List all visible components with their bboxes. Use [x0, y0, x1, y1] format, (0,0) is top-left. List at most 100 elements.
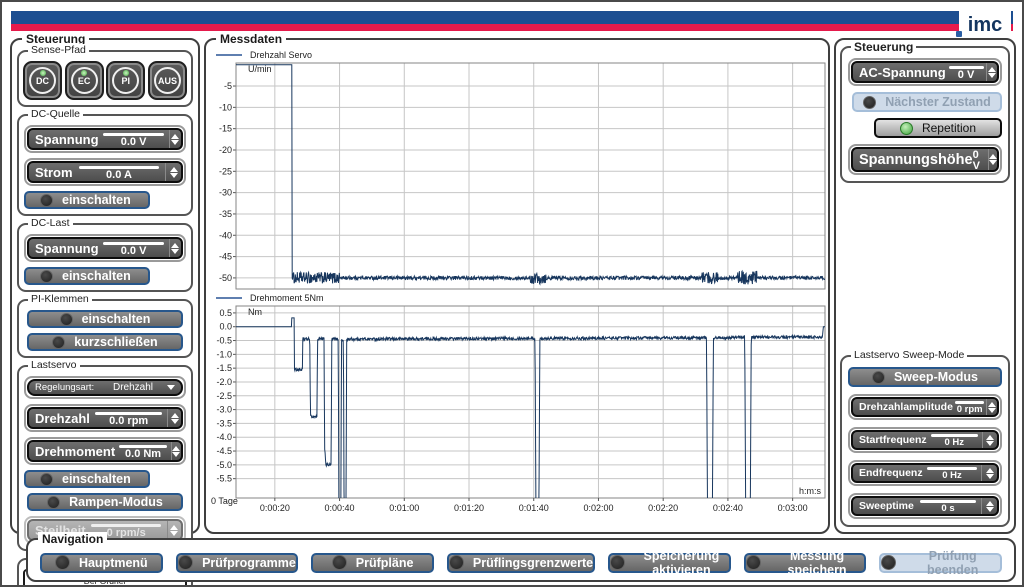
svg-text:0:02:00: 0:02:00 — [583, 503, 613, 513]
svg-text:-25: -25 — [219, 166, 232, 176]
dc-quelle-group: DC-Quelle Spannung 0.0 V Strom 0.0 A ein… — [17, 114, 193, 216]
pi-kurzschliessen-button[interactable]: kurzschließen — [27, 333, 183, 351]
pi-klemmen-label: PI-Klemmen — [28, 293, 92, 305]
spinner-arrows-icon[interactable] — [988, 149, 997, 170]
dc-quelle-einschalten-button[interactable]: einschalten — [24, 191, 150, 209]
sweep-mode-group: Lastservo Sweep-Mode Sweep-Modus Drehzah… — [840, 355, 1010, 527]
spinner-arrows-icon[interactable] — [169, 130, 181, 148]
speicherung-aktivieren-button[interactable]: Speicherung aktivieren — [608, 553, 731, 573]
led-indicator — [40, 473, 53, 486]
sweeptime-label: Sweeptime — [853, 500, 914, 512]
led-indicator — [332, 555, 347, 570]
startfrequenz-label: Startfrequenz — [853, 434, 927, 446]
svg-text:0:02:40: 0:02:40 — [713, 503, 743, 513]
dc-last-group: DC-Last Spannung 0.0 V einschalten — [17, 223, 193, 292]
svg-text:0:02:20: 0:02:20 — [648, 503, 678, 513]
svg-text:-15: -15 — [219, 124, 232, 134]
repetition-label: Repetition — [922, 121, 976, 135]
spannungshoehe-value: 0 V — [973, 150, 988, 172]
dc-quelle-spannung-spinner[interactable]: Spannung 0.0 V — [27, 128, 183, 150]
einschalten-label: einschalten — [62, 193, 131, 207]
sweep-modus-button[interactable]: Sweep-Modus — [848, 367, 1002, 387]
hauptmenu-button[interactable]: Hauptmenü — [40, 553, 163, 573]
sense-ec-label: EC — [78, 76, 91, 86]
steilheit-value: 0 rpm/s — [107, 528, 146, 539]
sense-pi-label: PI — [122, 76, 131, 86]
naechster-zustand-label: Nächster Zustand — [885, 95, 991, 109]
spinner-arrows-icon[interactable] — [981, 465, 997, 481]
drehzahl-spinner[interactable]: Drehzahl 0.0 rpm — [27, 407, 183, 429]
drehmoment-legend: Drehmoment 5Nm — [210, 291, 825, 304]
dc-last-einschalten-button[interactable]: einschalten — [24, 267, 150, 285]
brand-stripe-red — [11, 24, 1013, 31]
svg-text:-5: -5 — [224, 81, 232, 91]
imc-logo-dot — [956, 31, 962, 37]
spinner-arrows-icon — [167, 521, 181, 539]
spannung-value: 0.0 V — [121, 137, 147, 148]
svg-text:-10: -10 — [219, 102, 232, 112]
led-indicator — [746, 555, 761, 570]
led-indicator — [178, 555, 193, 570]
spinner-arrows-icon[interactable] — [986, 399, 997, 415]
regelungsart-dropdown[interactable]: Regelungsart: Drehzahl — [27, 379, 183, 396]
svg-text:0.0: 0.0 — [219, 322, 232, 332]
spinner-arrows-icon[interactable] — [169, 239, 181, 257]
svg-text:-4.0: -4.0 — [216, 432, 232, 442]
repetition-button[interactable]: Repetition — [874, 118, 1002, 138]
messung-speichern-button[interactable]: Messung speichern — [744, 553, 867, 573]
svg-text:-45: -45 — [219, 252, 232, 262]
ac-spannung-spinner[interactable]: AC-Spannung 0 V — [851, 61, 999, 83]
pi-einschalten-button[interactable]: einschalten — [27, 310, 183, 328]
endfrequenz-value: 0 Hz — [942, 471, 962, 481]
spannungshoehe-spinner[interactable]: Spannungshöhe 0 V — [851, 147, 999, 172]
sense-aus-button[interactable]: AUS — [148, 61, 187, 100]
pruefingsgrenzwerte-label: Prüflingsgrenzwerte — [473, 556, 593, 570]
sense-ec-button[interactable]: EC — [65, 61, 104, 100]
drehzahl-legend: Drehzahl Servo — [210, 48, 825, 61]
dc-quelle-strom-spinner[interactable]: Strom 0.0 A — [27, 161, 183, 183]
startfrequenz-spinner[interactable]: Startfrequenz 0 Hz — [851, 430, 999, 450]
naechster-zustand-button: Nächster Zustand — [852, 92, 1002, 112]
endfrequenz-spinner[interactable]: Endfrequenz 0 Hz — [851, 463, 999, 483]
drehmoment-chart: 0.50.0-0.5-1.0-1.5-2.0-2.5-3.0-3.5-4.0-4… — [210, 304, 828, 522]
einschalten-label: einschalten — [82, 312, 151, 326]
imc-logo: imc — [959, 5, 1011, 35]
svg-text:h:m:s: h:m:s — [799, 486, 822, 496]
spinner-arrows-icon[interactable] — [986, 63, 997, 81]
spannungshoehe-label: Spannungshöhe — [853, 152, 973, 168]
spinner-arrows-icon[interactable] — [981, 498, 997, 514]
sense-pi-button[interactable]: PI — [106, 61, 145, 100]
svg-text:-3.5: -3.5 — [216, 418, 232, 428]
einschalten-label: einschalten — [62, 472, 131, 486]
pruefplaene-button[interactable]: Prüfpläne — [311, 553, 434, 573]
sweeptime-spinner[interactable]: Sweeptime 0 s — [851, 496, 999, 516]
led-indicator — [881, 555, 896, 570]
drehzahlamplitude-spinner[interactable]: Drehzahlamplitude 0 rpm — [851, 397, 999, 417]
svg-text:-5.5: -5.5 — [216, 474, 232, 484]
svg-text:-1.5: -1.5 — [216, 363, 232, 373]
dc-last-spannung-spinner[interactable]: Spannung 0.0 V — [27, 237, 183, 259]
svg-text:-30: -30 — [219, 188, 232, 198]
pruefprogramme-button[interactable]: Prüfprogramme — [176, 553, 299, 573]
lastservo-einschalten-button[interactable]: einschalten — [24, 470, 150, 488]
sweep-modus-button-label: Sweep-Modus — [894, 370, 978, 384]
spinner-arrows-icon[interactable] — [171, 442, 181, 460]
svg-text:0:01:40: 0:01:40 — [519, 503, 549, 513]
dc-quelle-label: DC-Quelle — [28, 108, 83, 120]
drehmoment-spinner[interactable]: Drehmoment 0.0 Nm — [27, 440, 183, 462]
pruefprogramme-label: Prüfprogramme — [202, 556, 296, 570]
drehzahl-label: Drehzahl — [29, 411, 90, 426]
rampen-modus-button[interactable]: Rampen-Modus — [27, 493, 183, 511]
imc-logo-text: imc — [968, 15, 1002, 35]
spinner-arrows-icon[interactable] — [165, 163, 181, 181]
svg-text:-1.0: -1.0 — [216, 349, 232, 359]
sense-dc-button[interactable]: DC — [23, 61, 62, 100]
svg-text:0:01:00: 0:01:00 — [389, 503, 419, 513]
svg-text:-0.5: -0.5 — [216, 336, 232, 346]
pruefingsgrenzwerte-button[interactable]: Prüflingsgrenzwerte — [447, 553, 595, 573]
spinner-arrows-icon[interactable] — [167, 409, 181, 427]
pruefplaene-label: Prüfpläne — [356, 556, 414, 570]
spinner-arrows-icon[interactable] — [982, 432, 997, 448]
strom-label: Strom — [29, 165, 73, 180]
drehzahl-value: 0.0 rpm — [109, 416, 148, 427]
